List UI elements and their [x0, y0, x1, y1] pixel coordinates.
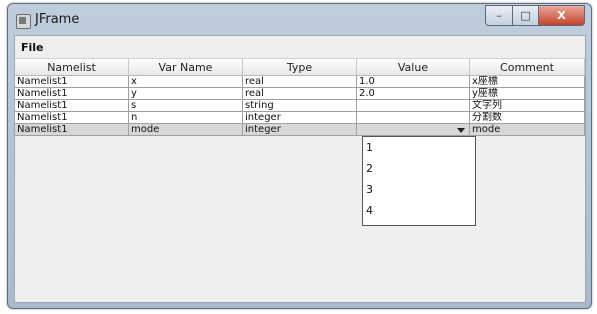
close-icon: X [557, 9, 566, 22]
java-app-icon [16, 14, 31, 29]
cell-comment[interactable]: y座標 [470, 88, 585, 100]
cell-comment[interactable]: x座標 [470, 76, 585, 88]
cell-value[interactable] [357, 112, 470, 124]
cell-value[interactable] [357, 100, 470, 112]
client-area: File Namelist Var Name Type Value Commen… [14, 35, 586, 303]
cell-namelist[interactable]: Namelist1 [15, 100, 129, 112]
cell-type[interactable]: integer [243, 112, 357, 124]
column-header-value[interactable]: Value [357, 59, 470, 76]
cell-namelist[interactable]: Namelist1 [15, 112, 129, 124]
table-row[interactable]: Namelist1 s string 文字列 [15, 100, 585, 112]
chevron-down-icon[interactable] [457, 128, 465, 133]
cell-type[interactable]: real [243, 76, 357, 88]
cell-comment[interactable]: mode [470, 124, 585, 136]
namelist-table: Namelist Var Name Type Value Comment Nam… [15, 59, 585, 136]
menu-bar: File [15, 36, 585, 59]
cell-var-name[interactable]: n [129, 112, 243, 124]
dropdown-option[interactable]: 1 [363, 137, 475, 158]
column-header-comment[interactable]: Comment [470, 59, 585, 76]
cell-type[interactable]: integer [243, 124, 357, 136]
value-dropdown-list: 1 2 3 4 [362, 136, 476, 226]
menu-file[interactable]: File [15, 37, 44, 54]
table-header: Namelist Var Name Type Value Comment [15, 59, 585, 76]
cell-var-name[interactable]: y [129, 88, 243, 100]
table-row[interactable]: Namelist1 x real 1.0 x座標 [15, 76, 585, 88]
dropdown-option[interactable]: 3 [363, 179, 475, 200]
cell-var-name[interactable]: s [129, 100, 243, 112]
minimize-button[interactable]: – [485, 5, 513, 26]
cell-comment[interactable]: 分割数 [470, 112, 585, 124]
cell-var-name[interactable]: mode [129, 124, 243, 136]
table-empty-area [15, 137, 585, 302]
table-row[interactable]: Namelist1 n integer 分割数 [15, 112, 585, 124]
cell-var-name[interactable]: x [129, 76, 243, 88]
dropdown-option[interactable]: 2 [363, 158, 475, 179]
close-button[interactable]: X [539, 5, 585, 26]
minimize-icon: – [496, 9, 502, 22]
table-row[interactable]: Namelist1 y real 2.0 y座標 [15, 88, 585, 100]
cell-value[interactable]: 1.0 [357, 76, 470, 88]
cell-type[interactable]: real [243, 88, 357, 100]
cell-namelist[interactable]: Namelist1 [15, 76, 129, 88]
cell-comment[interactable]: 文字列 [470, 100, 585, 112]
column-header-var-name[interactable]: Var Name [129, 59, 243, 76]
column-header-type[interactable]: Type [243, 59, 357, 76]
jframe-window: JFrame – □ X File Namelist Var Name Type… [7, 3, 592, 309]
window-title: JFrame [35, 12, 80, 27]
maximize-icon: □ [520, 9, 531, 22]
cell-type[interactable]: string [243, 100, 357, 112]
cell-namelist[interactable]: Namelist1 [15, 124, 129, 136]
title-bar[interactable]: JFrame – □ X [8, 4, 591, 35]
cell-namelist[interactable]: Namelist1 [15, 88, 129, 100]
cell-value[interactable]: 2.0 [357, 88, 470, 100]
table-row-selected[interactable]: Namelist1 mode integer mode [15, 124, 585, 136]
caption-buttons: – □ X [485, 5, 585, 27]
maximize-button[interactable]: □ [513, 5, 539, 26]
value-combo-box[interactable] [357, 124, 470, 136]
dropdown-option[interactable]: 4 [363, 200, 475, 221]
column-header-namelist[interactable]: Namelist [15, 59, 129, 76]
